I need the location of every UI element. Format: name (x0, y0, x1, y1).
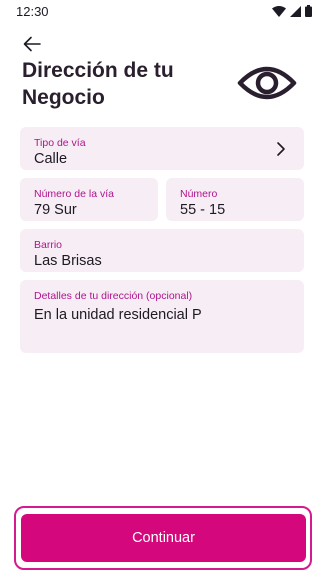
back-button[interactable] (20, 32, 44, 56)
status-icons (272, 5, 312, 17)
detalles-direccion-field[interactable]: Detalles de tu dirección (opcional) En l… (20, 280, 304, 353)
tipo-via-label: Tipo de vía (34, 137, 86, 149)
arrow-left-icon (23, 36, 41, 52)
chevron-right-icon (277, 142, 285, 156)
continue-button[interactable]: Continuar (21, 514, 306, 562)
barrio-field[interactable]: Barrio Las Brisas (20, 229, 304, 272)
numero-value: 55 - 15 (180, 202, 226, 218)
wifi-icon (272, 5, 286, 17)
battery-icon (305, 5, 312, 17)
signal-icon (290, 5, 301, 17)
page-title-line-1: Dirección de tu (22, 59, 174, 82)
barrio-label: Barrio (34, 239, 63, 251)
status-bar: 12:30 (0, 0, 328, 24)
detalles-direccion-value: En la unidad residencial P (34, 307, 202, 323)
eye-icon[interactable] (237, 62, 297, 104)
tipo-via-value: Calle (34, 151, 68, 167)
numero-label: Número (180, 188, 218, 200)
page-title: Dirección de tu Negocio (22, 57, 222, 111)
detalles-direccion-label: Detalles de tu dirección (opcional) (34, 290, 193, 302)
status-time: 12:30 (16, 4, 49, 19)
numero-via-field[interactable]: Número de la vía 79 Sur (20, 178, 158, 221)
tipo-via-select[interactable]: Tipo de vía Calle (20, 127, 304, 170)
numero-field[interactable]: Número 55 - 15 (166, 178, 304, 221)
numero-via-label: Número de la vía (34, 188, 114, 200)
page-title-line-2: Negocio (22, 86, 105, 109)
numero-via-value: 79 Sur (34, 202, 77, 218)
barrio-value: Las Brisas (34, 253, 102, 269)
